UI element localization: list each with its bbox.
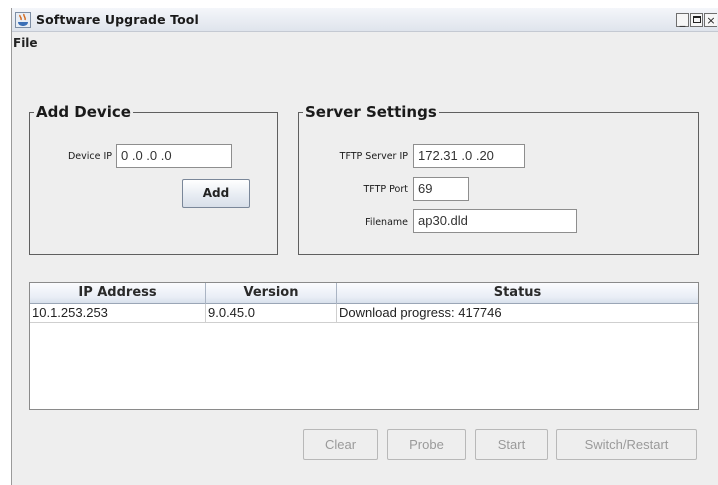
column-header-status[interactable]: Status <box>337 283 698 304</box>
filename-input[interactable]: ap30.dld <box>413 209 577 233</box>
menu-bar: File <box>12 33 718 53</box>
column-header-ip-address[interactable]: IP Address <box>30 283 206 304</box>
table-row[interactable]: 10.1.253.253 9.0.45.0 Download progress:… <box>30 304 698 323</box>
minimize-button[interactable]: _ <box>676 13 689 27</box>
window-title: Software Upgrade Tool <box>36 12 199 27</box>
cell-status: Download progress: 417746 <box>339 305 502 320</box>
probe-button[interactable]: Probe <box>387 429 466 460</box>
tftp-server-ip-label: TFTP Server IP <box>339 151 408 162</box>
java-app-icon <box>15 12 31 28</box>
close-button[interactable]: × <box>704 13 717 27</box>
title-bar[interactable]: Software Upgrade Tool _ × <box>12 8 718 32</box>
device-ip-input[interactable]: 0 .0 .0 .0 <box>116 144 232 168</box>
clear-button[interactable]: Clear <box>303 429 378 460</box>
table-header: IP Address Version Status <box>30 283 698 304</box>
start-button[interactable]: Start <box>475 429 548 460</box>
switch-restart-button[interactable]: Switch/Restart <box>556 429 697 460</box>
tftp-port-input[interactable]: 69 <box>413 177 469 201</box>
close-icon: × <box>706 14 716 27</box>
devices-table[interactable]: IP Address Version Status 10.1.253.253 9… <box>29 282 699 410</box>
server-settings-legend: Server Settings <box>303 102 439 122</box>
add-device-legend: Add Device <box>34 102 133 122</box>
add-button[interactable]: Add <box>182 179 250 208</box>
filename-label: Filename <box>365 217 408 228</box>
maximize-button[interactable] <box>690 13 703 27</box>
tftp-server-ip-input[interactable]: 172.31 .0 .20 <box>413 144 525 168</box>
column-header-version[interactable]: Version <box>206 283 337 304</box>
maximize-icon <box>692 16 701 23</box>
cell-ip-address: 10.1.253.253 <box>30 304 206 323</box>
minimize-icon: _ <box>679 14 686 27</box>
device-ip-label: Device IP <box>67 151 112 162</box>
cell-version: 9.0.45.0 <box>206 304 337 323</box>
menu-file[interactable]: File <box>13 36 38 50</box>
tftp-port-label: TFTP Port <box>363 184 409 195</box>
